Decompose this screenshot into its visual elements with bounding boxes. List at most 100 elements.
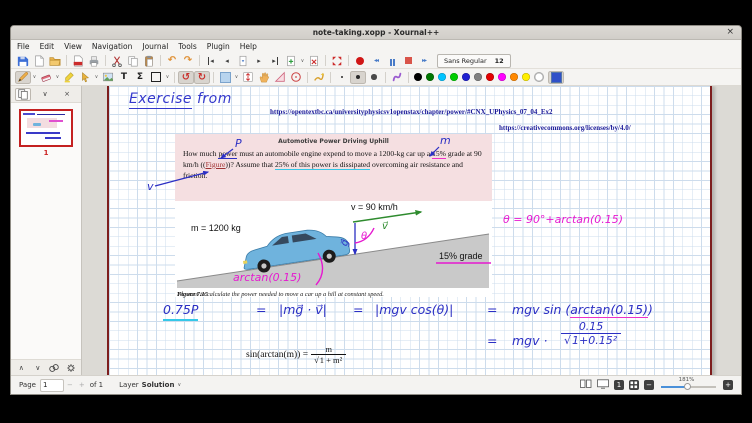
eraser-tool-icon[interactable] <box>38 71 54 84</box>
zoom-fit-button[interactable] <box>629 380 639 390</box>
insert-image-icon[interactable] <box>100 71 116 84</box>
color-lightblue-icon[interactable] <box>438 73 446 81</box>
forward-icon[interactable]: ▸▸ <box>416 54 432 67</box>
ruler-icon[interactable] <box>272 71 288 84</box>
layer-select[interactable]: Solution <box>142 381 175 389</box>
paste-icon[interactable] <box>141 54 157 67</box>
zoom-in-button[interactable]: + <box>723 380 733 390</box>
vertical-space-icon[interactable] <box>240 71 256 84</box>
print-icon[interactable] <box>86 54 102 67</box>
open-icon[interactable] <box>47 54 63 67</box>
zoom-100-button[interactable]: 1 <box>614 380 624 390</box>
redo-icon[interactable]: ↷ <box>180 54 196 67</box>
copy-icon[interactable] <box>125 54 141 67</box>
figure-link[interactable]: Figure <box>206 160 226 169</box>
color-red-icon[interactable] <box>486 73 494 81</box>
new-document-icon[interactable] <box>31 54 47 67</box>
stop-icon[interactable] <box>400 54 416 67</box>
presentation-mode-icon[interactable] <box>597 379 609 391</box>
select-object-icon[interactable] <box>77 71 93 84</box>
color-green-icon[interactable] <box>450 73 458 81</box>
sidebar-header: ∨ × <box>11 86 81 102</box>
page-thumbnail[interactable] <box>19 109 73 147</box>
settings-gear-icon[interactable] <box>65 361 78 374</box>
sidebar-dropdown-icon[interactable]: ∨ <box>37 88 53 101</box>
color-picker-icon[interactable] <box>548 71 564 84</box>
menu-edit[interactable]: Edit <box>40 42 55 51</box>
zoom-slider[interactable]: 181% <box>661 377 716 393</box>
fullscreen-icon[interactable] <box>329 54 345 67</box>
shape-recognizer-icon[interactable] <box>311 71 327 84</box>
menu-journal[interactable]: Journal <box>142 42 168 51</box>
fill-brush-icon[interactable] <box>389 71 405 84</box>
export-pdf-icon[interactable] <box>70 54 86 67</box>
color-orange-icon[interactable] <box>510 73 518 81</box>
first-page-icon[interactable]: ◂ <box>203 54 219 67</box>
select-dropdown-icon[interactable]: ∨ <box>93 74 100 80</box>
menu-navigation[interactable]: Navigation <box>92 42 132 51</box>
source-url: https://opentextbc.ca/universityphysicsv… <box>270 108 553 116</box>
color-yellow-icon[interactable] <box>522 73 530 81</box>
velocity-ink-label: v⃗ <box>382 221 389 232</box>
page-number-input[interactable] <box>40 379 64 392</box>
scroll-up-icon[interactable]: ∧ <box>15 361 28 374</box>
font-button[interactable]: Sans Regular 12 <box>437 54 511 68</box>
add-page-icon[interactable] <box>283 54 299 67</box>
handwritten-heading: Exercise from <box>129 91 232 107</box>
sidebar-close-icon[interactable]: × <box>59 88 75 101</box>
previous-page-icon[interactable]: ◂ <box>219 54 235 67</box>
insert-text-icon[interactable]: T <box>116 71 132 84</box>
rect-selection-icon[interactable] <box>217 71 233 84</box>
menu-file[interactable]: File <box>17 42 30 51</box>
rewind-icon[interactable]: ◂◂ <box>368 54 384 67</box>
delete-page-icon[interactable] <box>306 54 322 67</box>
shapes-dropdown-icon[interactable]: ∨ <box>164 74 171 80</box>
color-magenta-icon[interactable] <box>498 73 506 81</box>
record-audio-icon[interactable] <box>352 54 368 67</box>
pause-icon[interactable] <box>384 54 400 67</box>
document-page[interactable]: Exercise from https://opentextbc.ca/univ… <box>107 86 712 375</box>
undo-icon[interactable]: ↶ <box>164 54 180 67</box>
highlighter-tool-icon[interactable] <box>61 71 77 84</box>
duplicate-pages-icon[interactable] <box>48 361 61 374</box>
color-darkgreen-icon[interactable] <box>426 73 434 81</box>
insert-math-icon[interactable]: Σ <box>132 71 148 84</box>
page-decrement-button[interactable]: − <box>67 381 73 389</box>
color-blue-icon[interactable] <box>462 73 470 81</box>
hand-tool-icon[interactable] <box>256 71 272 84</box>
next-page-icon[interactable]: ▸ <box>251 54 267 67</box>
color-gray-icon[interactable] <box>474 73 482 81</box>
eraser-dropdown-icon[interactable]: ∨ <box>54 74 61 80</box>
layer-dropdown-icon[interactable]: ∨ <box>177 382 181 388</box>
pen-dropdown-icon[interactable]: ∨ <box>31 74 38 80</box>
page-increment-button[interactable]: + <box>79 381 85 389</box>
problem-text: How much power must an automobile engine… <box>183 149 484 181</box>
add-page-dropdown-icon[interactable]: ∨ <box>299 58 306 64</box>
dual-page-view-icon[interactable] <box>580 379 592 391</box>
menu-plugin[interactable]: Plugin <box>207 42 230 51</box>
menu-view[interactable]: View <box>64 42 82 51</box>
canvas[interactable]: Exercise from https://opentextbc.ca/univ… <box>82 86 741 375</box>
thickness-fine-icon[interactable] <box>334 71 350 84</box>
last-page-icon[interactable]: ▸ <box>267 54 283 67</box>
color-black-icon[interactable] <box>414 73 422 81</box>
save-icon[interactable] <box>15 54 31 67</box>
window-close-button[interactable]: × <box>726 26 734 39</box>
draw-shapes-icon[interactable] <box>148 71 164 84</box>
rotation-snapping-icon[interactable]: ↺ <box>178 71 194 84</box>
theta-ink-label: θ <box>361 231 367 242</box>
compass-icon[interactable] <box>288 71 304 84</box>
zoom-out-button[interactable]: − <box>644 380 654 390</box>
pen-tool-icon[interactable] <box>15 71 31 84</box>
page-preview-icon[interactable] <box>15 88 31 101</box>
scroll-down-icon[interactable]: ∨ <box>32 361 45 374</box>
goto-page-icon[interactable] <box>235 54 251 67</box>
color-white-icon[interactable] <box>534 72 544 82</box>
selection-dropdown-icon[interactable]: ∨ <box>233 74 240 80</box>
thickness-thick-icon[interactable] <box>366 71 382 84</box>
cut-icon[interactable] <box>109 54 125 67</box>
thickness-medium-icon[interactable] <box>350 71 366 84</box>
menu-tools[interactable]: Tools <box>178 42 196 51</box>
menu-help[interactable]: Help <box>240 42 257 51</box>
grid-snapping-icon[interactable]: ↻ <box>194 71 210 84</box>
